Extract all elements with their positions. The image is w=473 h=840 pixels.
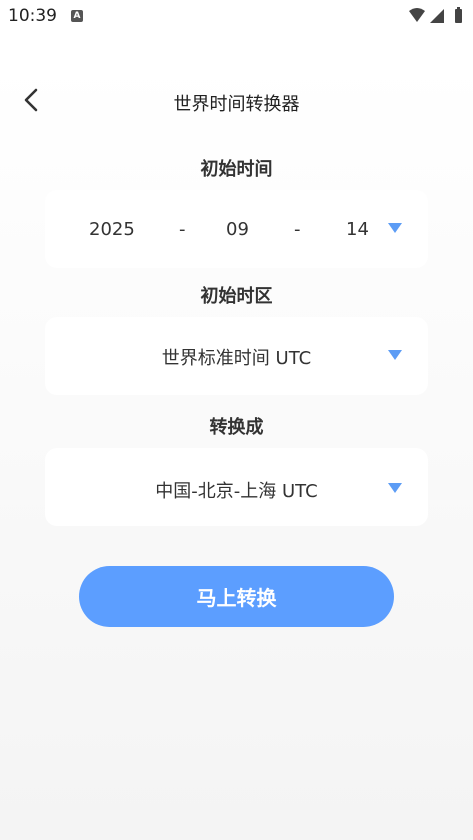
date-separator: - — [179, 219, 186, 240]
target-zone-value: 中国-北京-上海 UTC — [155, 481, 318, 502]
target-zone-label: 转换成 — [209, 417, 264, 438]
start-zone-label: 初始时区 — [200, 286, 273, 307]
app-header: 世界时间转换器 — [0, 70, 473, 130]
dropdown-arrow-icon[interactable] — [388, 483, 402, 493]
signal-icon — [430, 9, 444, 23]
wifi-icon — [409, 8, 425, 22]
notification-icon: A — [71, 10, 83, 22]
battery-icon — [455, 9, 462, 23]
start-time-picker[interactable]: 2025 - 09 - 14 — [45, 190, 428, 268]
status-bar: 10:39 A — [0, 0, 473, 34]
dropdown-arrow-icon[interactable] — [388, 223, 402, 233]
target-zone-select[interactable]: 中国-北京-上海 UTC — [45, 448, 428, 526]
dropdown-arrow-icon[interactable] — [388, 350, 402, 360]
date-separator: - — [294, 219, 301, 240]
month-value[interactable]: 09 — [226, 219, 249, 240]
page-title: 世界时间转换器 — [173, 94, 300, 115]
status-time: 10:39 — [8, 6, 57, 26]
day-value[interactable]: 14 — [346, 219, 369, 240]
start-zone-select[interactable]: 世界标准时间 UTC — [45, 317, 428, 395]
year-value[interactable]: 2025 — [89, 219, 135, 240]
convert-button[interactable]: 马上转换 — [79, 566, 394, 627]
start-zone-value: 世界标准时间 UTC — [161, 348, 312, 369]
start-time-label: 初始时间 — [200, 159, 273, 180]
status-icons — [409, 7, 462, 23]
